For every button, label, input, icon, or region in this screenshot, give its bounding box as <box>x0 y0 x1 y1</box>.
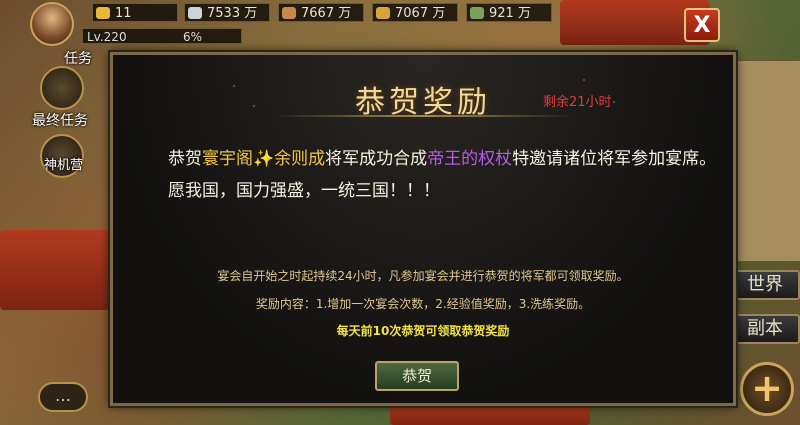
silver-value: 7533 万 <box>207 6 258 21</box>
world-button[interactable]: 世界 <box>730 270 800 300</box>
troops-value: 921 万 <box>489 6 531 21</box>
food-icon <box>282 7 296 19</box>
rule-daily-limit: 每天前10次恭贺可领取恭贺奖励 <box>336 324 510 338</box>
silver-ingot-icon <box>188 7 202 19</box>
level-text: Lv.220 <box>87 30 127 44</box>
item-name[interactable]: 帝王的权杖 <box>427 149 512 169</box>
congratulate-button[interactable]: 恭贺 <box>375 361 459 391</box>
wood-counter: 7067 万 <box>372 3 458 22</box>
player-avatar[interactable] <box>30 2 74 46</box>
celebration-reward-dialog: 恭贺奖励 剩余21小时 恭贺寰宇阁✨余则成将军成功合成帝王的权杖特邀请诸位将军参… <box>110 52 736 406</box>
dungeon-button[interactable]: 副本 <box>730 314 800 344</box>
troops-counter: 921 万 <box>466 3 552 22</box>
remaining-time: 剩余21小时 <box>543 95 612 110</box>
final-task-icon[interactable] <box>40 66 84 110</box>
title-divider <box>273 115 573 117</box>
message-mid: 将军成功合成 <box>325 149 428 169</box>
wood-value: 7067 万 <box>395 6 446 21</box>
gold-ingot-icon <box>96 7 110 19</box>
silver-counter: 7533 万 <box>184 3 270 22</box>
player-name[interactable]: 余则成 <box>274 149 325 169</box>
shenji-camp-label[interactable]: 神机营 <box>44 154 83 173</box>
background-wall <box>736 60 800 262</box>
rule-rewards: 奖励内容：1.增加一次宴会次数，2.经验值奖励，3.洗练奖励。 <box>255 297 591 311</box>
expand-menu-button[interactable]: + <box>740 362 794 416</box>
exp-percent: 6% <box>183 30 203 44</box>
sparkle-icon: ✨ <box>253 149 275 169</box>
level-bar: Lv.220 6% <box>82 28 242 44</box>
close-button[interactable]: X <box>684 8 720 42</box>
message-suffix: 特邀请诸位将军参加宴席。 <box>512 149 717 169</box>
resource-bar: 11 7533 万 7667 万 7067 万 921 万 Lv.220 6% … <box>0 0 800 50</box>
celebration-message: 恭贺寰宇阁✨余则成将军成功合成帝王的权杖特邀请诸位将军参加宴席。 愿我国，国力强… <box>168 143 728 207</box>
troops-icon <box>470 7 484 19</box>
message-line-1: 恭贺寰宇阁✨余则成将军成功合成帝王的权杖特邀请诸位将军参加宴席。 <box>168 143 728 175</box>
gold-value: 11 <box>115 6 132 21</box>
background-roof <box>0 230 110 310</box>
food-counter: 7667 万 <box>278 3 364 22</box>
food-value: 7667 万 <box>301 6 352 21</box>
background-roof <box>390 405 590 425</box>
message-prefix: 恭贺 <box>168 149 202 169</box>
task-label[interactable]: 任务 <box>64 48 92 68</box>
rule-duration: 宴会自开始之时起持续24小时，凡参加宴会并进行恭贺的将军都可领取奖励。 <box>217 269 629 283</box>
final-task-label[interactable]: 最终任务 <box>32 110 88 130</box>
gold-counter: 11 <box>92 3 178 22</box>
wood-icon <box>376 7 390 19</box>
player-name-guild[interactable]: 寰宇阁 <box>202 149 253 169</box>
message-line-2: 愿我国，国力强盛，一统三国！！！ <box>168 181 440 201</box>
chat-button[interactable]: … <box>38 382 88 412</box>
